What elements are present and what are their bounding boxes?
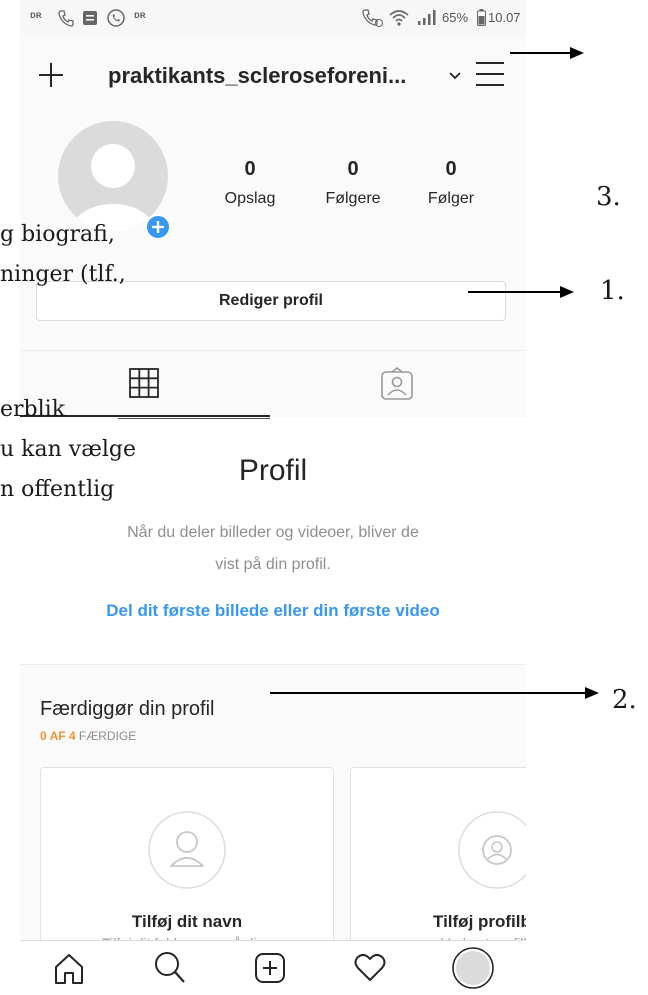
arrow-3 (510, 47, 584, 59)
arrow-1 (468, 286, 574, 298)
annotation-arrows (270, 47, 599, 699)
annotation-label-1: 1. (600, 276, 625, 306)
annotation-label-2: 2. (612, 685, 637, 715)
arrow-2 (270, 687, 599, 699)
annotation-label-3: 3. (596, 182, 621, 212)
